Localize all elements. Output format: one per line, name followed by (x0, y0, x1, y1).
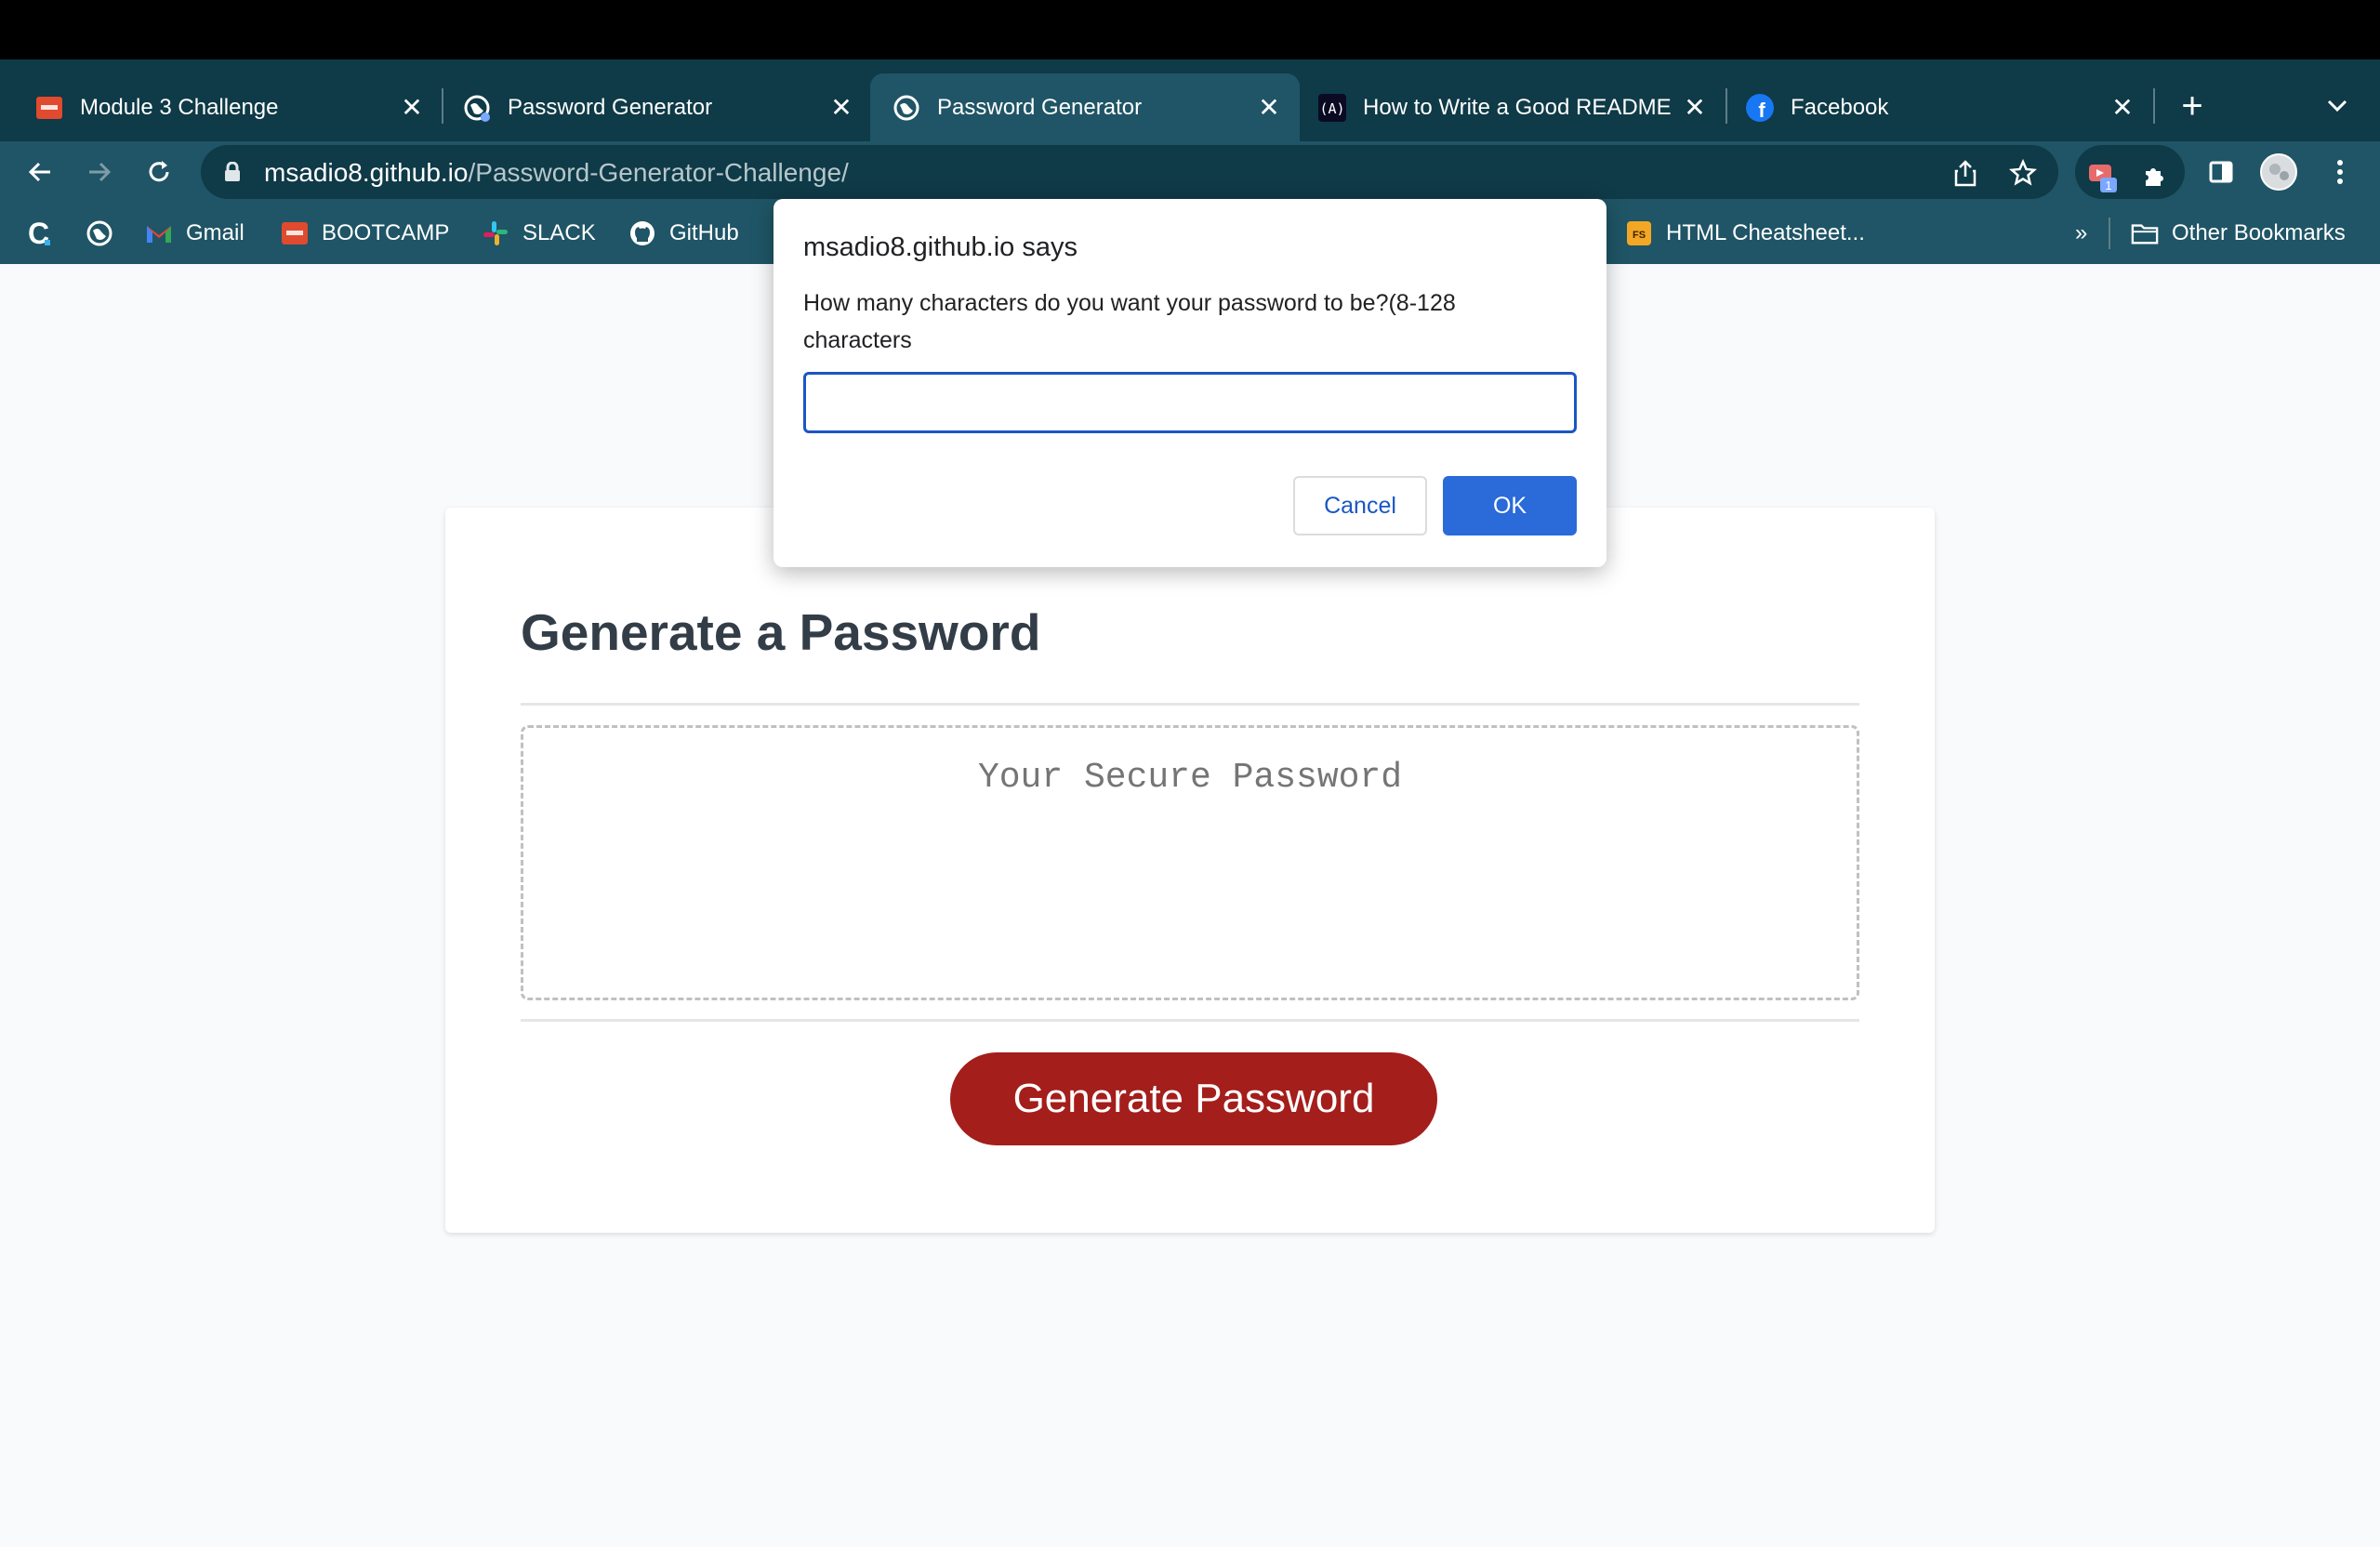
bootcamp-icon (35, 94, 63, 122)
prompt-dialog: msadio8.github.io says How many characte… (774, 199, 1606, 567)
forward-arrow-icon[interactable] (80, 152, 119, 192)
bookmark-github[interactable]: GitHub (628, 216, 739, 251)
bookmarks-separator (2109, 218, 2110, 249)
url-text: msadio8.github.io/Password-Generator-Cha… (264, 158, 849, 188)
bookmark-label: BOOTCAMP (322, 220, 450, 245)
github-icon (628, 219, 656, 247)
bookmark-label: HTML Cheatsheet... (1666, 220, 1865, 245)
reload-icon[interactable] (139, 152, 178, 192)
profile-avatar[interactable] (2259, 152, 2298, 192)
close-icon[interactable]: ✕ (1253, 92, 1285, 124)
tab-title: How to Write a Good README (1363, 94, 1672, 120)
lock-icon[interactable] (223, 161, 242, 182)
bookmark-gmail[interactable]: Gmail (145, 216, 245, 251)
bookmark-other-bookmarks[interactable]: Other Bookmarks (2131, 216, 2346, 251)
bookmark-slack[interactable]: SLACK (482, 216, 596, 251)
address-bar[interactable]: msadio8.github.io/Password-Generator-Cha… (201, 145, 2058, 199)
tab-title: Module 3 Challenge (80, 94, 279, 120)
svg-text:(A): (A) (1319, 100, 1344, 117)
share-icon[interactable] (1950, 158, 1980, 188)
folder-icon (2131, 219, 2159, 247)
cancel-button[interactable]: Cancel (1293, 476, 1427, 536)
freecodecamp-icon: (A) (1318, 93, 1346, 122)
page-title: Generate a Password (521, 603, 1041, 661)
c-app-icon: C (26, 218, 54, 249)
bookmark-label: Other Bookmarks (2172, 220, 2346, 245)
back-arrow-icon[interactable] (20, 152, 60, 192)
puzzle-icon[interactable] (2135, 156, 2174, 195)
extension-icon[interactable]: 1 (2082, 156, 2122, 195)
tab-title: Password Generator (937, 94, 1143, 120)
divider (521, 703, 1859, 706)
slack-icon (482, 219, 509, 247)
globe-icon (892, 94, 920, 122)
address-toolbar: msadio8.github.io/Password-Generator-Cha… (0, 141, 2380, 203)
more-menu-icon[interactable] (2320, 152, 2360, 192)
fs-icon: FS (1625, 219, 1653, 247)
extension-badge: 1 (2105, 178, 2111, 192)
bookmark-html-cheatsheet[interactable]: FS HTML Cheatsheet... (1625, 216, 1865, 251)
dialog-origin: msadio8.github.io says (803, 232, 1078, 262)
extensions-pill: 1 (2075, 145, 2185, 199)
chevron-down-icon[interactable] (2319, 87, 2356, 125)
tab-module-3-challenge[interactable]: Module 3 Challenge ✕ (0, 73, 443, 141)
close-icon[interactable]: ✕ (826, 92, 857, 124)
bookmark-globe[interactable] (86, 216, 126, 251)
tab-password-generator[interactable]: Password Generator ✕ (428, 73, 872, 141)
tab-separator (2153, 88, 2155, 124)
close-icon[interactable]: ✕ (396, 92, 428, 124)
globe-icon (86, 219, 113, 247)
svg-text:f: f (1758, 99, 1765, 122)
generate-password-button[interactable]: Generate Password (950, 1052, 1437, 1145)
ok-button[interactable]: OK (1443, 476, 1577, 536)
bookmark-label: SLACK (522, 220, 596, 245)
tab-title: Password Generator (508, 94, 713, 120)
url-host: msadio8.github.io (264, 158, 469, 187)
tab-title: Facebook (1791, 94, 1889, 120)
star-icon[interactable] (2008, 158, 2038, 188)
close-icon[interactable]: ✕ (1679, 92, 1711, 124)
bookmark-bootcamp[interactable]: BOOTCAMP (281, 216, 449, 251)
top-strip (0, 0, 2380, 60)
tab-readme-article[interactable]: (A) How to Write a Good README ✕ (1300, 73, 1726, 141)
gmail-icon (145, 219, 173, 247)
bookmarks-overflow-button[interactable]: » (2075, 216, 2087, 251)
url-path: /Password-Generator-Challenge/ (468, 158, 849, 187)
tab-facebook[interactable]: f Facebook ✕ (1727, 73, 2153, 141)
password-card: Generate a Password Your Secure Password… (445, 508, 1935, 1233)
tab-bar: Module 3 Challenge ✕ Password Generator … (0, 60, 2380, 141)
close-icon[interactable]: ✕ (2107, 92, 2138, 124)
bookmark-label: GitHub (669, 220, 739, 245)
divider (521, 1019, 1859, 1022)
dialog-message: How many characters do you want your pas… (803, 290, 1456, 353)
bookmark-label: Gmail (186, 220, 245, 245)
dialog-input[interactable] (803, 372, 1577, 433)
facebook-icon: f (1746, 93, 1774, 122)
tab-password-generator-active[interactable]: Password Generator ✕ (870, 73, 1300, 141)
new-tab-icon[interactable]: + (2172, 86, 2213, 126)
bookmark-c-app[interactable]: C (26, 216, 67, 251)
password-output[interactable]: Your Secure Password (521, 725, 1859, 1000)
side-panel-icon[interactable] (2202, 152, 2241, 192)
svg-text:FS: FS (1633, 230, 1646, 241)
password-placeholder: Your Secure Password (977, 758, 1403, 798)
bootcamp-icon (281, 219, 309, 247)
globe-icon (463, 94, 491, 122)
